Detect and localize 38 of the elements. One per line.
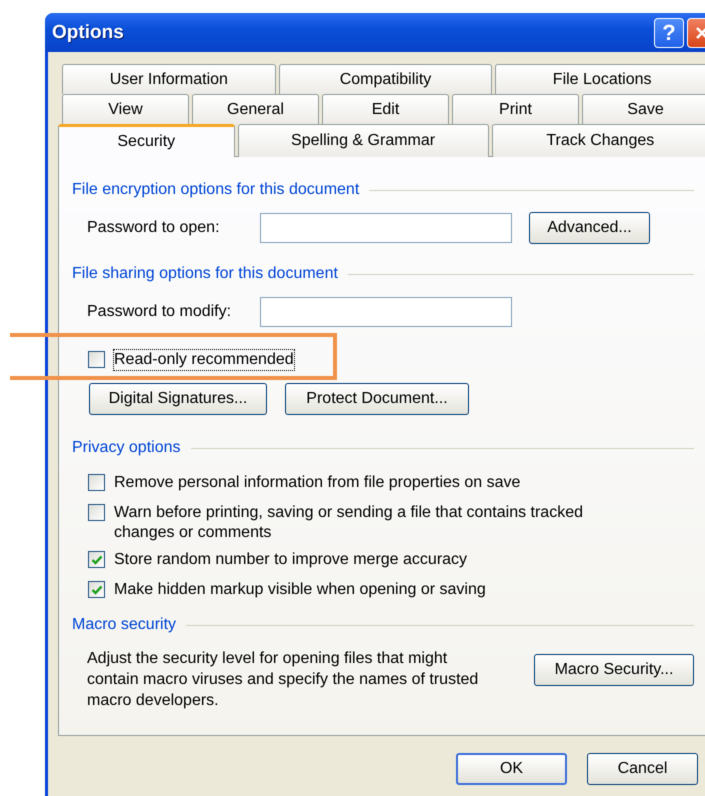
password-field[interactable]	[260, 297, 512, 327]
tab[interactable]: File Locations	[495, 64, 705, 94]
dialog-button[interactable]: Cancel	[587, 753, 698, 785]
section-title: Privacy options	[72, 439, 180, 457]
advanced-button[interactable]: Advanced...	[529, 212, 650, 244]
tab[interactable]: Spelling & Grammar	[238, 124, 489, 157]
section-title: File sharing options for this document	[72, 265, 338, 283]
tab[interactable]: Edit	[322, 94, 449, 124]
tab[interactable]: Track Changes	[492, 124, 705, 157]
window-title: Options	[52, 22, 124, 44]
document-button[interactable]: Digital Signatures...	[89, 383, 267, 415]
tab[interactable]: Print	[452, 94, 579, 124]
password-field[interactable]	[260, 213, 512, 243]
field-label: Password to modify:	[87, 303, 232, 321]
tab[interactable]: General	[192, 94, 319, 124]
checkbox[interactable]	[88, 351, 105, 368]
checkbox[interactable]	[88, 474, 105, 491]
section-title: Macro security	[72, 616, 176, 634]
checkbox[interactable]	[88, 581, 105, 598]
macro-description: Adjust the security level for opening files that might contain macro viruses and specify the names of trusted macro developers.	[87, 649, 480, 711]
checkbox-label[interactable]: Read-only recommended	[113, 349, 295, 371]
checkbox-label[interactable]: Warn before printing, saving or sending a file that contains tracked changes or comments	[113, 502, 645, 544]
document-button[interactable]: Protect Document...	[285, 383, 469, 415]
checkbox[interactable]	[88, 551, 105, 568]
help-button[interactable]: ?	[654, 18, 684, 48]
field-label: Password to open:	[87, 219, 221, 237]
tab[interactable]: User Information	[62, 64, 276, 94]
tab[interactable]: Security	[58, 124, 235, 157]
tab[interactable]: Compatibility	[278, 64, 492, 94]
checkbox-label[interactable]: Make hidden markup visible when opening or saving	[113, 579, 487, 601]
tab[interactable]: View	[62, 94, 189, 124]
checkbox[interactable]	[88, 504, 105, 521]
checkbox-label[interactable]: Remove personal information from file properties on save	[113, 472, 522, 494]
dialog-button[interactable]: OK	[456, 753, 567, 785]
checkbox-label[interactable]: Store random number to improve merge accuracy	[113, 549, 468, 571]
section-title: File encryption options for this document	[72, 181, 360, 199]
tab[interactable]: Save	[582, 94, 705, 124]
macro-security-button[interactable]: Macro Security...	[534, 654, 694, 686]
